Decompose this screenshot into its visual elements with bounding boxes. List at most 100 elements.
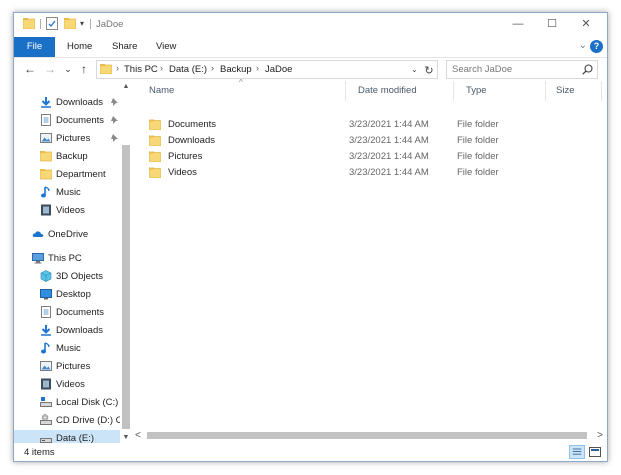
sidebar-item-music[interactable]: Music xyxy=(14,184,132,201)
file-explorer-window: ▾ JaDoe — ☐ ✕ File Home Share View ⌄ ? ←… xyxy=(13,12,608,462)
sidebar-item-label: Department xyxy=(56,169,106,180)
search-box[interactable]: Search JaDoe xyxy=(446,60,598,79)
scrollbar-thumb[interactable] xyxy=(122,145,130,429)
sidebar-item-label: Downloads xyxy=(56,325,103,336)
address-row: ← → ⌄ ↑ › This PC › Data (E:) › Backup ›… xyxy=(14,58,607,80)
file-date: 3/23/2021 1:44 AM xyxy=(349,119,429,130)
scroll-up-icon[interactable]: ▲ xyxy=(120,83,132,90)
search-input[interactable]: Search JaDoe xyxy=(452,64,512,75)
folder-icon xyxy=(100,64,112,74)
properties-icon[interactable] xyxy=(46,17,58,30)
customize-toolbar-dropdown[interactable]: ▾ xyxy=(80,19,84,28)
pin-icon[interactable] xyxy=(110,115,119,124)
scrollbar-thumb[interactable] xyxy=(147,432,587,439)
sidebar-item-local-disk-c[interactable]: Local Disk (C:) xyxy=(14,394,132,411)
sidebar-item-cd-drive-d[interactable]: CD Drive (D:) CP xyxy=(14,412,132,429)
scroll-left-icon[interactable]: < xyxy=(135,430,141,441)
breadcrumb-jadoe[interactable]: JaDoe xyxy=(265,64,292,75)
tab-share[interactable]: Share xyxy=(112,37,137,57)
breadcrumb-separator: › xyxy=(256,63,259,73)
address-bar[interactable]: › This PC › Data (E:) › Backup › JaDoe ⌄… xyxy=(96,60,438,79)
navigation-scrollbar[interactable]: ▲ ▼ xyxy=(120,81,132,443)
scroll-down-icon[interactable]: ▼ xyxy=(120,434,132,441)
close-button[interactable]: ✕ xyxy=(569,13,603,37)
sidebar-item-onedrive[interactable]: OneDrive xyxy=(14,226,132,243)
file-type: File folder xyxy=(457,119,499,130)
folder-icon xyxy=(149,119,161,130)
expand-ribbon-button[interactable]: ⌄ xyxy=(579,40,587,51)
sidebar-item-label: Documents xyxy=(56,307,105,318)
sidebar-item-downloads[interactable]: Downloads xyxy=(14,94,132,111)
folder-icon[interactable] xyxy=(23,18,35,29)
tab-view[interactable]: View xyxy=(156,37,176,57)
column-divider[interactable] xyxy=(345,81,346,101)
file-date: 3/23/2021 1:44 AM xyxy=(349,151,429,162)
up-button[interactable]: ↑ xyxy=(76,60,92,78)
sidebar-item-desktop[interactable]: Desktop xyxy=(14,286,132,303)
download-icon xyxy=(41,325,51,336)
column-header-type[interactable]: Type xyxy=(466,81,487,101)
cd-drive-icon xyxy=(40,414,52,425)
column-header-name[interactable]: Name xyxy=(149,81,174,101)
breadcrumb-data-e[interactable]: Data (E:) xyxy=(169,64,207,75)
sidebar-item-label: Desktop xyxy=(56,289,91,300)
sidebar-item-label: Videos xyxy=(56,379,85,390)
table-row[interactable]: Documents 3/23/2021 1:44 AM File folder xyxy=(143,117,499,133)
address-history-dropdown[interactable]: ⌄ xyxy=(411,65,418,74)
breadcrumb-this-pc[interactable]: This PC xyxy=(124,64,158,75)
sidebar-item-backup[interactable]: Backup xyxy=(14,148,132,165)
column-divider[interactable] xyxy=(601,81,602,101)
download-icon xyxy=(41,97,51,108)
sidebar-item-videos[interactable]: Videos xyxy=(14,202,132,219)
tab-file[interactable]: File xyxy=(14,37,55,57)
folder-icon xyxy=(149,135,161,146)
sidebar-item-videos[interactable]: Videos xyxy=(14,376,132,393)
column-divider[interactable] xyxy=(545,81,546,101)
refresh-button[interactable]: ↻ xyxy=(423,64,435,78)
details-view-icon[interactable] xyxy=(569,445,585,459)
breadcrumb-separator: › xyxy=(211,63,214,73)
sidebar-item-department[interactable]: Department xyxy=(14,166,132,183)
file-type: File folder xyxy=(457,167,499,178)
table-row[interactable]: Downloads 3/23/2021 1:44 AM File folder xyxy=(143,133,499,149)
sidebar-item-3d-objects[interactable]: 3D Objects xyxy=(14,268,132,285)
sidebar-item-label: Videos xyxy=(56,205,85,216)
table-row[interactable]: Pictures 3/23/2021 1:44 AM File folder xyxy=(143,149,499,165)
sidebar-item-label: OneDrive xyxy=(48,229,89,240)
sidebar-item-label: Documents xyxy=(56,115,105,126)
sidebar-item-pictures[interactable]: Pictures xyxy=(14,358,132,375)
search-icon[interactable] xyxy=(582,64,593,75)
pictures-icon xyxy=(40,133,52,143)
back-button[interactable]: ← xyxy=(22,60,38,78)
sidebar-item-music[interactable]: Music xyxy=(14,340,132,357)
column-divider[interactable] xyxy=(453,81,454,101)
folder-icon xyxy=(40,151,52,162)
sidebar-item-documents[interactable]: Documents xyxy=(14,112,132,129)
pin-icon[interactable] xyxy=(110,97,119,106)
minimize-button[interactable]: — xyxy=(501,13,535,37)
large-icons-view-icon[interactable] xyxy=(587,445,603,459)
forward-button[interactable]: → xyxy=(42,60,58,78)
sidebar-item-downloads[interactable]: Downloads xyxy=(14,322,132,339)
scroll-right-icon[interactable]: > xyxy=(597,430,603,441)
breadcrumb-backup[interactable]: Backup xyxy=(220,64,252,75)
file-date: 3/23/2021 1:44 AM xyxy=(349,135,429,146)
horizontal-scrollbar[interactable]: < > xyxy=(133,429,607,442)
sidebar-item-documents[interactable]: Documents xyxy=(14,304,132,321)
sidebar-item-label: Local Disk (C:) xyxy=(56,397,119,408)
table-row[interactable]: Videos 3/23/2021 1:44 AM File folder xyxy=(143,165,499,181)
column-header-date-modified[interactable]: Date modified xyxy=(358,81,417,101)
videos-icon xyxy=(41,204,51,216)
tab-home[interactable]: Home xyxy=(67,37,92,57)
desktop-icon xyxy=(40,289,52,300)
sidebar-item-data-e[interactable]: Data (E:) xyxy=(14,430,132,443)
column-header-size[interactable]: Size xyxy=(556,81,574,101)
new-folder-icon[interactable] xyxy=(64,18,76,29)
sidebar-item-label: Pictures xyxy=(56,133,91,144)
help-button[interactable]: ? xyxy=(590,40,603,53)
recent-locations-button[interactable]: ⌄ xyxy=(60,60,76,78)
maximize-button[interactable]: ☐ xyxy=(535,13,569,37)
sidebar-item-this-pc[interactable]: This PC xyxy=(14,250,132,267)
sidebar-item-pictures[interactable]: Pictures xyxy=(14,130,132,147)
pin-icon[interactable] xyxy=(110,133,119,142)
